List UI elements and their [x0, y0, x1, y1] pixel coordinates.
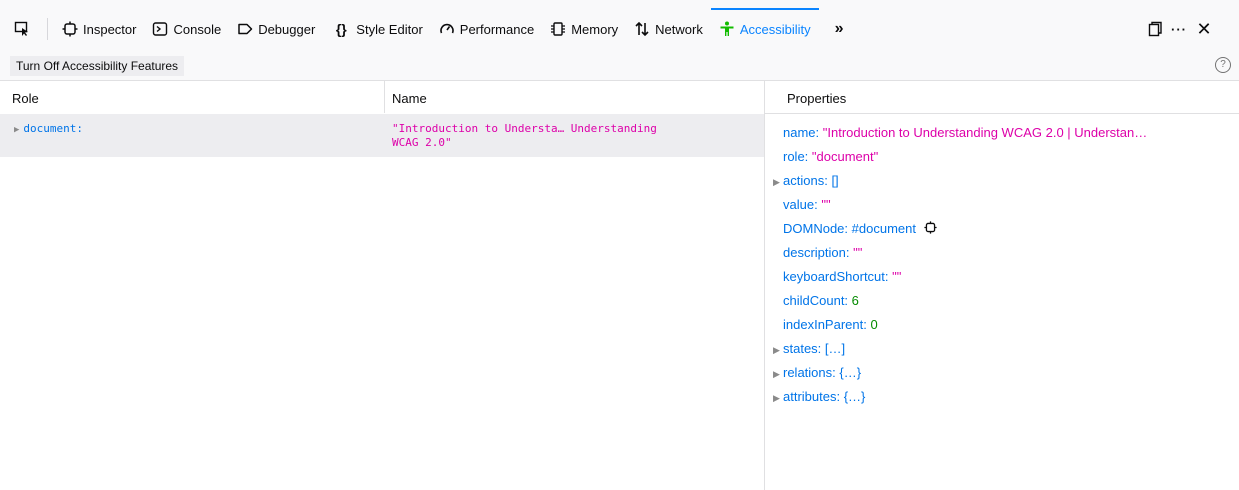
property-value: {…} — [839, 365, 862, 380]
property-row[interactable]: value: "" — [773, 193, 1239, 217]
property-value: [] — [831, 173, 839, 188]
property-key: description: — [783, 245, 850, 260]
accessibility-tree: Role Name ▶ document: "Introduction to Un… — [0, 81, 765, 490]
property-row[interactable]: indexInParent: 0 — [773, 313, 1239, 337]
property-key: role: — [783, 149, 809, 164]
tab-inspector[interactable]: Inspector — [54, 14, 144, 44]
column-header-name[interactable]: Name — [392, 91, 427, 106]
tab-label: Memory — [571, 21, 619, 37]
network-icon — [634, 21, 650, 37]
tab-console[interactable]: Console — [144, 14, 229, 44]
tab-accessibility[interactable]: Accessibility — [710, 8, 819, 44]
element-picker-icon — [14, 21, 30, 37]
expand-triangle-icon[interactable]: ▶ — [773, 386, 783, 409]
more-options-icon[interactable]: ··· — [1165, 22, 1193, 37]
toolbox-tabs: Inspector Console Debugger {} Style Edit… — [0, 8, 860, 44]
role-label: document: — [23, 122, 84, 135]
property-row[interactable]: ▶ relations: {…} — [773, 361, 1239, 385]
properties-list: name: "Introduction to Understanding WCA… — [773, 121, 1239, 409]
accessibility-icon — [719, 21, 735, 37]
column-header-role[interactable]: Role — [12, 91, 39, 106]
row-role: ▶ document: — [14, 122, 83, 135]
performance-icon — [439, 21, 455, 37]
property-key: relations: — [783, 365, 836, 380]
property-row[interactable]: name: "Introduction to Understanding WCA… — [773, 121, 1239, 145]
tab-memory[interactable]: Memory — [542, 14, 626, 44]
tab-label: Accessibility — [739, 21, 811, 37]
properties-divider — [765, 113, 1239, 114]
tree-header: Role Name — [0, 81, 764, 113]
property-value: […] — [824, 341, 846, 356]
inspector-icon — [62, 21, 78, 37]
name-line: WCAG 2.0" — [392, 136, 452, 149]
close-icon[interactable]: ✕ — [1193, 19, 1215, 40]
property-row[interactable]: ▶ attributes: {…} — [773, 385, 1239, 409]
property-key: keyboardShortcut: — [783, 269, 889, 284]
properties-panel: Properties name: "Introduction to Unders… — [765, 81, 1239, 490]
element-picker-button[interactable] — [0, 14, 47, 44]
tab-performance[interactable]: Performance — [431, 14, 542, 44]
accessibility-toolbar: Turn Off Accessibility Features ? — [0, 52, 1239, 81]
property-value: "document" — [811, 149, 879, 164]
tab-style-editor[interactable]: {} Style Editor — [323, 14, 430, 44]
tab-label: Debugger — [258, 21, 316, 37]
toolbar-separator — [47, 18, 48, 40]
expand-triangle-icon[interactable]: ▶ — [773, 170, 783, 193]
property-row[interactable]: childCount: 6 — [773, 289, 1239, 313]
property-value: 6 — [851, 293, 859, 308]
tab-network[interactable]: Network — [626, 14, 711, 44]
select-node-icon[interactable] — [924, 218, 937, 241]
property-row[interactable]: role: "document" — [773, 145, 1239, 169]
tab-label: Performance — [459, 21, 535, 37]
devtools-toolbar: Inspector Console Debugger {} Style Edit… — [0, 0, 1239, 52]
property-key: value: — [783, 197, 818, 212]
property-key: actions: — [783, 173, 828, 188]
help-icon[interactable]: ? — [1215, 57, 1231, 73]
tab-label: Console — [173, 21, 222, 37]
property-row[interactable]: ▶ actions: [] — [773, 169, 1239, 193]
style-editor-icon: {} — [335, 21, 347, 37]
tab-label: Style Editor — [356, 21, 423, 37]
dock-icon — [1148, 21, 1162, 37]
expand-triangle-icon[interactable]: ▶ — [773, 362, 783, 385]
column-divider[interactable] — [384, 81, 385, 113]
tab-debugger[interactable]: Debugger — [229, 14, 323, 44]
property-value: "" — [892, 269, 902, 284]
property-row[interactable]: description: "" — [773, 241, 1239, 265]
memory-icon — [550, 21, 566, 37]
property-value: "" — [853, 245, 863, 260]
tab-label: Network — [655, 21, 703, 37]
property-value: {…} — [843, 389, 866, 404]
turn-off-accessibility-button[interactable]: Turn Off Accessibility Features — [10, 56, 185, 76]
property-key: childCount: — [783, 293, 849, 308]
property-row[interactable]: keyboardShortcut: "" — [773, 265, 1239, 289]
more-tools-button[interactable]: » — [819, 14, 860, 44]
tree-row[interactable]: ▶ document: "Introduction to Understa… Un… — [0, 114, 764, 157]
property-key: attributes: — [783, 389, 841, 404]
properties-header: Properties — [787, 91, 847, 106]
property-row[interactable]: DOMNode: #document — [773, 217, 1239, 241]
property-key: states: — [783, 341, 822, 356]
row-name: "Introduction to Understa… Understanding… — [392, 122, 752, 150]
property-key: name: — [783, 125, 820, 140]
property-value: "Introduction to Understanding WCAG 2.0 … — [822, 125, 1148, 140]
property-key: DOMNode: — [783, 221, 849, 236]
expand-triangle-icon[interactable]: ▶ — [773, 338, 783, 361]
property-value: "" — [821, 197, 831, 212]
debugger-icon — [237, 21, 253, 37]
toolbox-controls: ··· ✕ — [1145, 14, 1215, 44]
dock-options-button[interactable] — [1145, 21, 1165, 37]
property-row[interactable]: ▶ states: […] — [773, 337, 1239, 361]
console-icon — [152, 21, 168, 37]
property-value: 0 — [870, 317, 878, 332]
property-key: indexInParent: — [783, 317, 867, 332]
double-chevron-right-icon: » — [834, 20, 844, 37]
name-line: "Introduction to Understa… Understanding — [392, 122, 657, 135]
tab-label: Inspector — [83, 21, 137, 37]
expand-triangle-icon[interactable]: ▶ — [14, 125, 19, 135]
property-value: #document — [851, 221, 916, 236]
